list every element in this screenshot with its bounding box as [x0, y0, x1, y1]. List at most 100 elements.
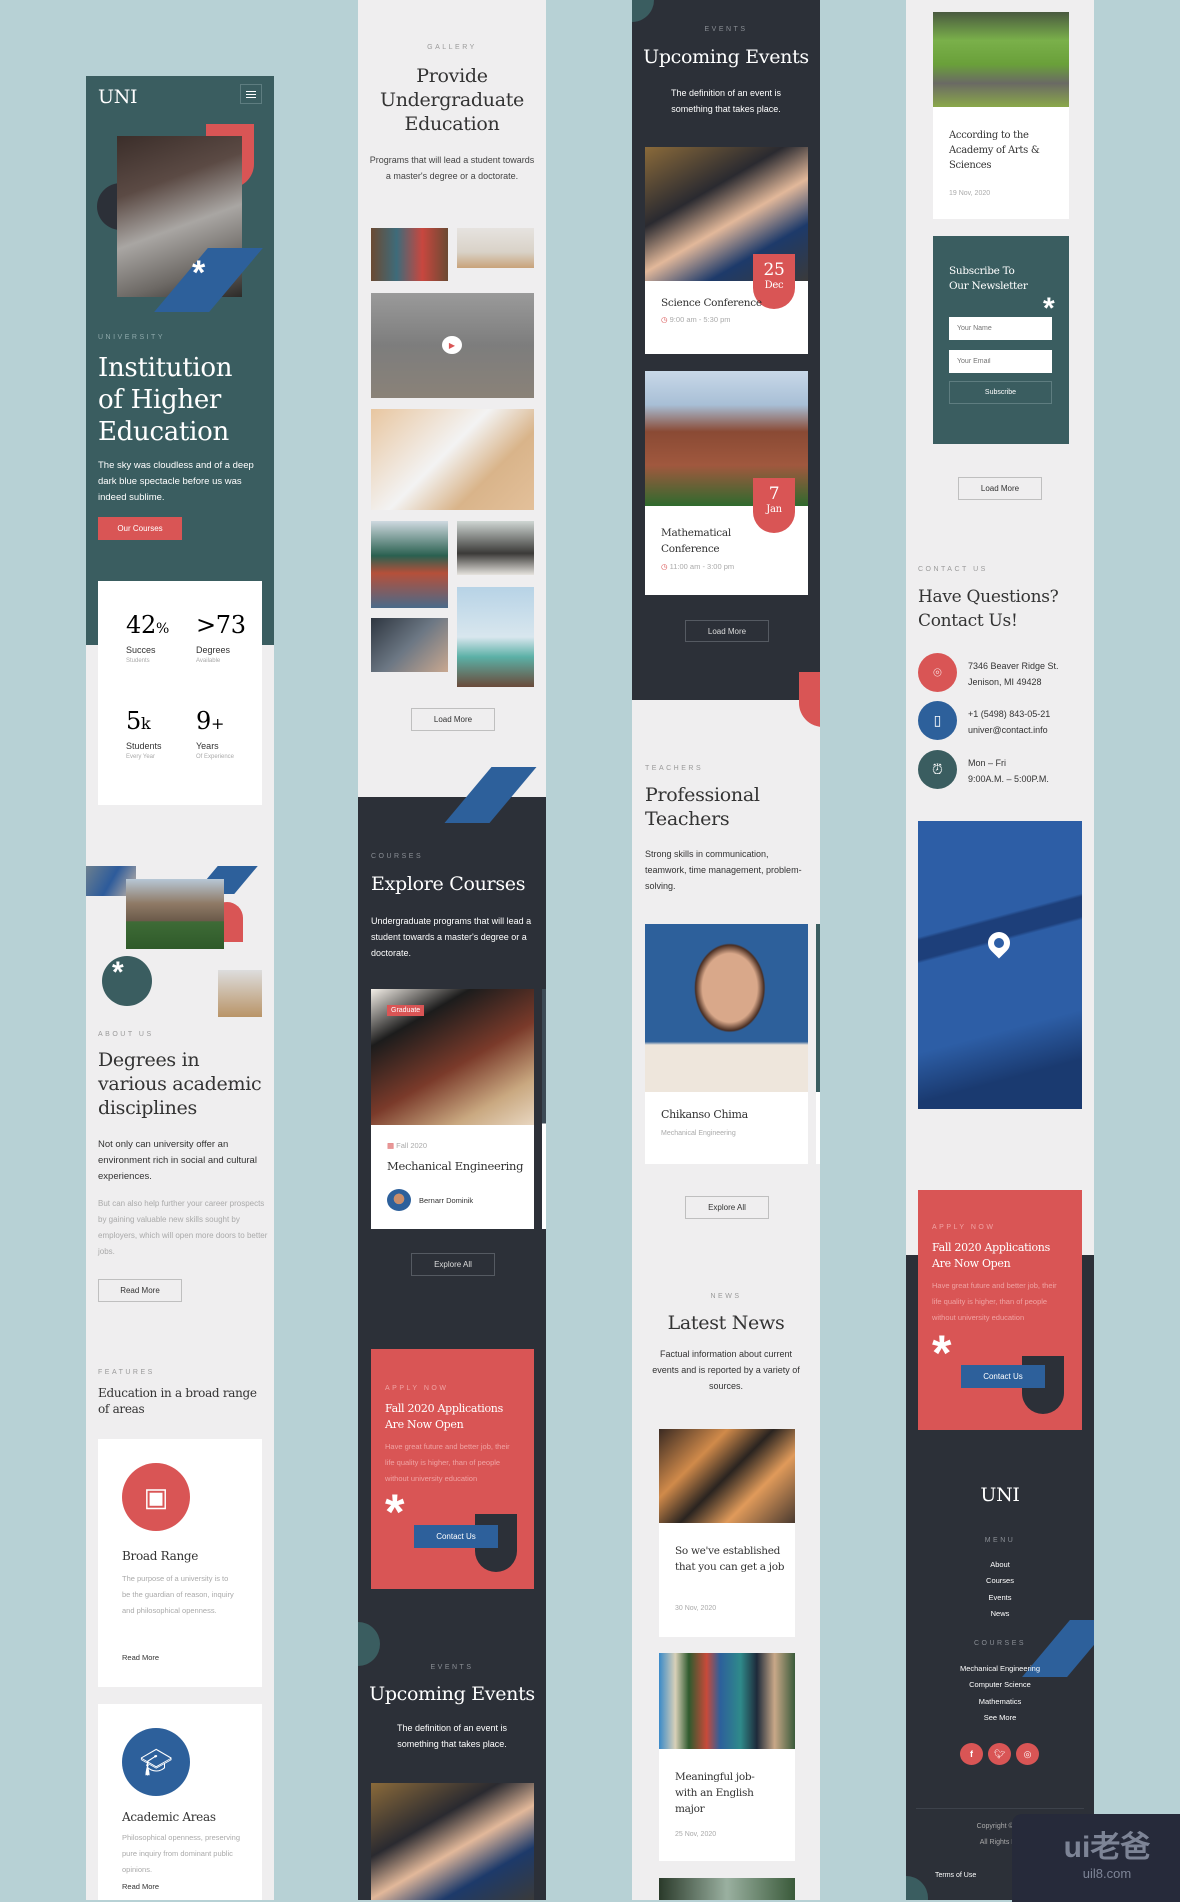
read-more-link[interactable]: Read More: [122, 1882, 159, 1892]
campus-building-image: [126, 879, 224, 949]
hamburger-icon: [246, 93, 256, 95]
footer-link-events[interactable]: Events: [906, 1590, 1094, 1606]
footer-link-course[interactable]: Computer Science: [906, 1677, 1094, 1693]
contact-us-button[interactable]: Contact Us: [961, 1365, 1045, 1388]
gallery-image[interactable]: [371, 521, 448, 608]
gallery-image[interactable]: [457, 228, 534, 268]
teacher-card-next[interactable]: [816, 924, 820, 1164]
events-text: The definition of an event is something …: [670, 88, 782, 114]
gallery-image[interactable]: [371, 228, 448, 281]
about-lead: Not only can university offer an environ…: [98, 1139, 257, 1182]
news-title: According to the Academy of Arts & Scien…: [949, 130, 1040, 171]
logo[interactable]: UNI: [98, 86, 138, 108]
gallery-title: Provide Undergraduate Education: [379, 65, 525, 135]
play-icon[interactable]: ▶: [442, 336, 462, 354]
column-events-teachers: EVENTS Upcoming Events The definition of…: [632, 0, 820, 1900]
course-title[interactable]: Mechanical Engineering: [387, 1159, 524, 1173]
graduation-cap-icon: 🎓︎: [122, 1728, 190, 1796]
event-card[interactable]: 7 Jan Mathematical Conference ◷ 11:00 am …: [645, 371, 808, 595]
load-more-button[interactable]: Load More: [411, 708, 495, 731]
hero-eyebrow: UNIVERSITY: [98, 334, 166, 341]
map-pin-icon[interactable]: [983, 927, 1015, 959]
event-time: ◷ 11:00 am - 3:00 pm: [661, 562, 735, 571]
news-card[interactable]: According to the Academy of Arts & Scien…: [933, 12, 1069, 219]
gallery-image[interactable]: [371, 618, 448, 672]
feature-card: ▣ Broad Range The purpose of a universit…: [98, 1439, 262, 1687]
feature-card: 🎓︎ Academic Areas Philosophical openness…: [98, 1704, 262, 1900]
course-card-next[interactable]: [542, 989, 546, 1229]
event-title: Mathematical Conference: [661, 527, 731, 555]
clock-icon: ◷: [661, 562, 670, 571]
news-card[interactable]: Meaningful job- with an English major 25…: [659, 1653, 795, 1861]
footer-link-news[interactable]: News: [906, 1606, 1094, 1622]
teacher-card[interactable]: Chikanso Chima Mechanical Engineering: [645, 924, 808, 1164]
newsletter-card: Subscribe ToOur Newsletter * Subscribe: [933, 236, 1069, 444]
features-title: Education in a broad range of areas: [98, 1386, 257, 1416]
event-card[interactable]: 25 Dec Science Conference ◷ 9:00 am - 5:3…: [645, 147, 808, 354]
footer-link-course[interactable]: Mathematics: [906, 1694, 1094, 1710]
news-title: Latest News: [667, 1312, 785, 1334]
footer-link-see-more[interactable]: See More: [906, 1710, 1094, 1726]
load-more-button[interactable]: Load More: [685, 620, 769, 642]
footer-link-about[interactable]: About: [906, 1557, 1094, 1573]
decor-red-shape: [799, 672, 820, 727]
news-date: 25 Nov, 2020: [675, 1831, 717, 1838]
watermark: ui老爸 uil8.com: [1012, 1814, 1180, 1902]
gallery-image[interactable]: [371, 409, 534, 510]
calendar-icon: ▦: [387, 1141, 397, 1150]
gallery-image[interactable]: [457, 521, 534, 575]
instagram-icon[interactable]: ◎: [1016, 1743, 1039, 1765]
column-gallery-courses: GALLERY Provide Undergraduate Education Pr…: [358, 0, 546, 1900]
menu-button[interactable]: [240, 84, 262, 104]
teacher-photo: [645, 924, 808, 1092]
news-date: 30 Nov, 2020: [675, 1605, 717, 1612]
read-more-link[interactable]: Read More: [122, 1653, 159, 1662]
contact-eyebrow: CONTACT US: [918, 566, 988, 573]
twitter-icon[interactable]: 🐦︎: [988, 1743, 1011, 1765]
apply-card: APPLY NOW Fall 2020 Applications Are Now …: [918, 1190, 1082, 1430]
stat: >73 Degrees Available: [196, 611, 246, 664]
explore-all-button[interactable]: Explore All: [685, 1196, 769, 1219]
stats-card: 42% Succes Students >73 Degrees Available …: [98, 581, 262, 805]
contact-us-button[interactable]: Contact Us: [414, 1525, 498, 1548]
apply-eyebrow: APPLY NOW: [385, 1385, 449, 1392]
gallery-video[interactable]: ▶: [371, 293, 534, 398]
news-image: [659, 1429, 795, 1523]
email-input[interactable]: [949, 350, 1052, 373]
asterisk-icon: *: [932, 1325, 952, 1381]
news-card[interactable]: So we've established that you can get a …: [659, 1429, 795, 1637]
apply-card: APPLY NOW Fall 2020 Applications Are Now …: [371, 1349, 534, 1589]
footer-link-courses[interactable]: Courses: [906, 1573, 1094, 1589]
load-more-button[interactable]: Load More: [958, 477, 1042, 500]
course-card[interactable]: Graduate ▦ Fall 2020 Mechanical Engineer…: [371, 989, 534, 1229]
news-image[interactable]: [659, 1878, 795, 1900]
courses-eyebrow: COURSES: [371, 853, 424, 860]
news-eyebrow: NEWS: [710, 1293, 742, 1300]
facebook-icon[interactable]: f: [960, 1743, 983, 1765]
subscribe-button[interactable]: Subscribe: [949, 381, 1052, 404]
feature-text: The purpose of a university is to be the…: [122, 1574, 234, 1615]
footer-courses: Mechanical Engineering Computer Science …: [906, 1661, 1094, 1726]
apply-text: Have great future and better job, their …: [385, 1442, 510, 1483]
explore-all-button[interactable]: Explore All: [411, 1253, 495, 1276]
footer-divider: [916, 1808, 1084, 1809]
stat: 9+ Years Of Experience: [196, 707, 235, 760]
contact-address: 7346 Beaver Ridge St. Jenison, MI 49428: [968, 661, 1059, 687]
name-input[interactable]: [949, 317, 1052, 340]
map[interactable]: [918, 821, 1082, 1109]
footer-logo[interactable]: UNI: [906, 1484, 1094, 1506]
hero-text: The sky was cloudless and of a deep dark…: [98, 460, 254, 503]
read-more-button[interactable]: Read More: [98, 1279, 182, 1302]
news-image: [933, 12, 1069, 107]
gallery-image[interactable]: [457, 587, 534, 687]
phone-mail-icon: ▯: [918, 701, 957, 740]
our-courses-button[interactable]: Our Courses: [98, 517, 182, 540]
footer-link-course[interactable]: Mechanical Engineering: [906, 1661, 1094, 1677]
news-title: So we've established that you can get a …: [675, 1545, 785, 1573]
footer-menu: About Courses Events News: [906, 1557, 1094, 1622]
terms-link[interactable]: Terms of Use: [935, 1872, 976, 1879]
courses-text: Undergraduate programs that will lead a …: [371, 916, 532, 958]
contact-phone-email[interactable]: +1 (5498) 843-05-21 univer@contact.info: [968, 706, 1050, 738]
apply-title: Fall 2020 Applications Are Now Open: [385, 1402, 503, 1431]
contact-title: Have Questions? Contact Us!: [918, 587, 1059, 631]
